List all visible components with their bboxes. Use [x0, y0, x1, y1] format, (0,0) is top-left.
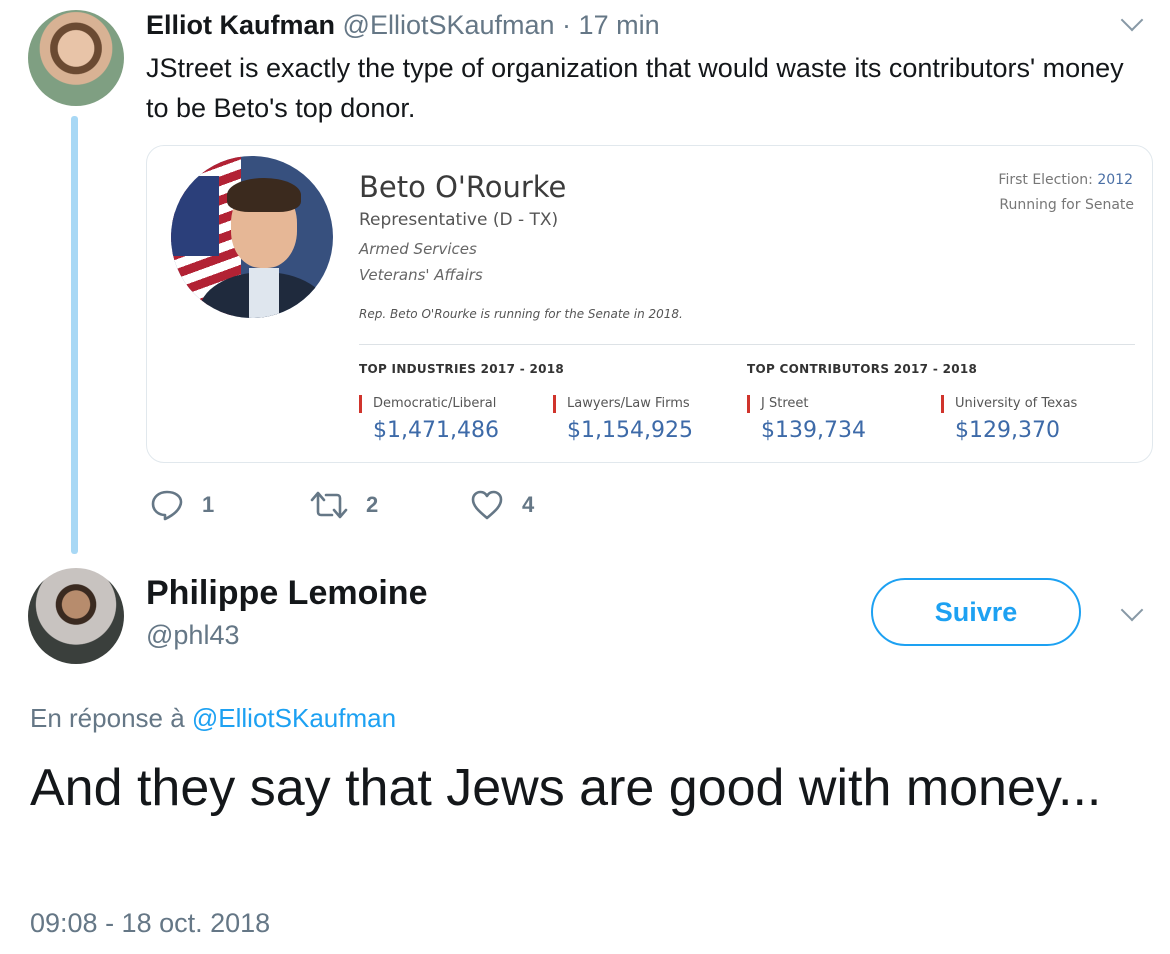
chevron-down-icon[interactable] [1120, 598, 1144, 622]
stat-value: $1,471,486 [373, 418, 499, 443]
heart-icon [471, 490, 503, 520]
card-committee: Armed Services [359, 240, 477, 258]
tweet-timestamp[interactable]: 09:08 - 18 oct. 2018 [30, 908, 270, 939]
stat-label: J Street [761, 396, 809, 411]
avatar-elliot-kaufman[interactable] [28, 10, 124, 106]
stat-value: $139,734 [761, 418, 866, 443]
stat-marker [359, 395, 362, 413]
reply-prefix: En réponse à [30, 703, 192, 733]
card-divider [359, 344, 1135, 345]
reply-button[interactable]: 1 [150, 488, 214, 522]
stat-label: Lawyers/Law Firms [567, 396, 690, 411]
contributors-heading: TOP CONTRIBUTORS 2017 - 2018 [747, 362, 978, 376]
tweet-text: JStreet is exactly the type of organizat… [146, 53, 1124, 123]
stat-label: Democratic/Liberal [373, 396, 497, 411]
card-committee: Veterans' Affairs [359, 266, 483, 284]
retweet-button[interactable]: 2 [310, 488, 378, 522]
retweet-count: 2 [366, 492, 379, 517]
stat-value: $129,370 [955, 418, 1060, 443]
first-election: First Election: 2012 [998, 172, 1133, 188]
portrait-photo [171, 156, 333, 318]
card-person-name: Beto O'Rourke [359, 170, 567, 204]
header-separator: · [554, 10, 579, 40]
author-handle[interactable]: @phl43 [146, 620, 239, 651]
stat-marker [941, 395, 944, 413]
stat-marker [747, 395, 750, 413]
card-note: Rep. Beto O'Rourke is running for the Se… [359, 307, 683, 321]
reply-mention-link[interactable]: @ElliotSKaufman [192, 703, 396, 733]
first-election-label: First Election: [998, 172, 1098, 188]
first-election-year: 2012 [1097, 172, 1133, 188]
reply-count: 1 [202, 492, 215, 517]
retweet-icon [310, 491, 348, 519]
author-handle[interactable]: @ElliotSKaufman [343, 10, 555, 40]
avatar-philippe-lemoine[interactable] [28, 568, 124, 664]
stat-marker [553, 395, 556, 413]
industries-heading: TOP INDUSTRIES 2017 - 2018 [359, 362, 565, 376]
tweet-header: Elliot Kaufman @ElliotSKaufman · 17 min [146, 8, 660, 42]
like-count: 4 [522, 492, 535, 517]
author-name[interactable]: Philippe Lemoine [146, 574, 427, 613]
card-person-title: Representative (D - TX) [359, 210, 559, 230]
reply-context: En réponse à @ElliotSKaufman [30, 703, 396, 734]
tweet-time[interactable]: 17 min [579, 10, 660, 40]
running-status: Running for Senate [999, 197, 1134, 213]
embedded-image-card[interactable]: Beto O'Rourke Representative (D - TX) Ar… [146, 145, 1153, 463]
stat-label: University of Texas [955, 396, 1078, 411]
stat-value: $1,154,925 [567, 418, 693, 443]
tweet-text: And they say that Jews are good with mon… [30, 759, 1102, 817]
follow-button[interactable]: Suivre [871, 578, 1081, 646]
like-button[interactable]: 4 [470, 488, 534, 522]
reply-icon [151, 490, 183, 521]
thread-connector-line [71, 116, 78, 554]
author-name[interactable]: Elliot Kaufman [146, 10, 335, 40]
chevron-down-icon[interactable] [1120, 8, 1144, 32]
